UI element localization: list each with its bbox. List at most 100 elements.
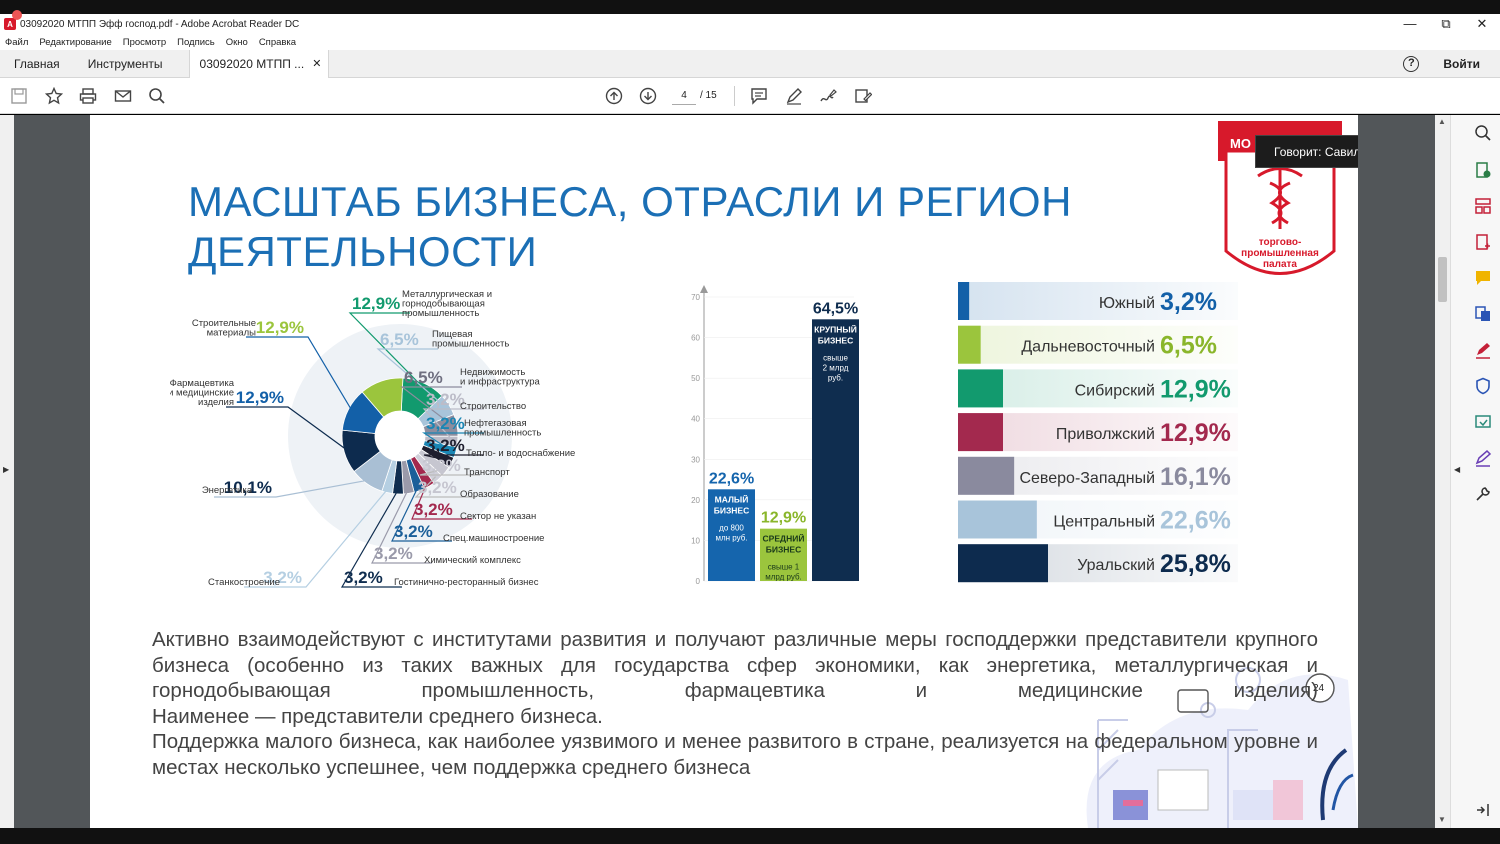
menu-file[interactable]: Файл	[5, 37, 28, 48]
donut-value-label: 6,5%	[404, 368, 443, 387]
business-bar-sublabel: 2 млрд	[823, 363, 849, 372]
region-name-label: Уральский	[1077, 557, 1155, 574]
scroll-down-icon[interactable]: ▼	[1438, 815, 1446, 824]
region-bar	[958, 500, 1037, 539]
comment-tool-icon[interactable]	[1474, 269, 1492, 287]
organize-pages-icon[interactable]	[1474, 197, 1492, 215]
bars-y-tick-label: 40	[691, 415, 700, 424]
close-window-button[interactable]: ✕	[1464, 14, 1500, 34]
region-name-label: Дальневосточный	[1021, 339, 1155, 356]
donut-category-label: Станкостроение	[208, 577, 280, 588]
donut-category-label: Гостинично-ресторанный бизнес	[394, 577, 539, 588]
business-bar-value: 64,5%	[813, 300, 858, 317]
slide-title: МАСШТАБ БИЗНЕСА, ОТРАСЛИ И РЕГИОН ДЕЯТЕЛ…	[188, 177, 1072, 277]
more-tools-icon[interactable]	[1474, 485, 1492, 503]
donut-hole	[375, 411, 425, 461]
export-pdf-icon[interactable]	[1474, 161, 1492, 179]
save-icon[interactable]	[10, 87, 28, 105]
top-strip	[0, 0, 1500, 14]
paragraph-1: Активно взаимодействуют с институтами ра…	[152, 628, 1318, 702]
region-value-label: 25,8%	[1160, 550, 1231, 578]
region-bar	[958, 456, 1015, 495]
zoom-icon[interactable]	[1474, 124, 1492, 142]
fill-and-sign-icon[interactable]	[1474, 341, 1492, 359]
scroll-up-icon[interactable]: ▲	[1438, 117, 1446, 126]
tab-bar: Главная Инструменты 03092020 МТПП ... ✕ …	[0, 49, 1500, 78]
bars-y-tick-label: 20	[691, 496, 700, 505]
search-icon[interactable]	[148, 87, 166, 105]
bars-y-tick-label: 60	[691, 334, 700, 343]
menu-sign[interactable]: Подпись	[177, 37, 215, 48]
tab-document[interactable]: 03092020 МТПП ... ✕	[188, 49, 329, 78]
toolbar: 4 / 15	[0, 78, 1500, 114]
slide-title-line2: ДЕЯТЕЛЬНОСТИ	[188, 228, 538, 275]
tab-document-label: 03092020 МТПП ...	[199, 56, 305, 71]
business-bar-name: БИЗНЕС	[714, 505, 750, 515]
page-up-icon[interactable]	[605, 87, 623, 105]
business-bar-sublabel: млрд руб.	[765, 573, 802, 582]
menu-edit[interactable]: Редактирование	[39, 37, 111, 48]
title-bar: A 03092020 МТПП Эфф господ.pdf - Adobe A…	[0, 14, 1500, 34]
menu-window[interactable]: Окно	[226, 37, 248, 48]
donut-category-label: промышленность	[464, 428, 541, 439]
business-bar-sublabel: руб.	[828, 373, 843, 382]
region-name-label: Центральный	[1053, 514, 1155, 531]
scroll-thumb[interactable]	[1438, 257, 1447, 302]
create-pdf-icon[interactable]	[1474, 233, 1492, 251]
region-value-label: 12,9%	[1160, 419, 1231, 447]
donut-value-label: 3,2%	[374, 544, 413, 563]
menu-bar: Файл Редактирование Просмотр Подпись Окн…	[0, 34, 1500, 50]
donut-value-label: 6,5%	[380, 330, 419, 349]
login-button[interactable]: Войти	[1443, 57, 1480, 71]
star-icon[interactable]	[45, 87, 63, 105]
business-size-bar-chart: 010203040506070 22,6%МАЛЫЙБИЗНЕСдо 800мл…	[691, 285, 859, 586]
page-down-icon[interactable]	[639, 87, 657, 105]
donut-category-label: и инфраструктура	[460, 377, 541, 388]
business-bar-sublabel: млн руб.	[715, 533, 747, 542]
slide-body-text: Активно взаимодействуют с институтами ра…	[152, 627, 1318, 780]
tab-tools[interactable]: Инструменты	[74, 50, 177, 78]
business-bar-name: КРУПНЫЙ	[814, 323, 857, 334]
protect-icon[interactable]	[1474, 377, 1492, 395]
donut-category-label: Сектор не указан	[460, 511, 536, 522]
bars-y-tick-label: 70	[691, 293, 700, 302]
donut-category-label: Образование	[460, 489, 519, 500]
fill-sign-icon[interactable]	[854, 87, 872, 105]
region-bar	[958, 369, 1003, 408]
industry-donut-chart: 12,9% Металлургическая игорнодобывающаяпр…	[170, 289, 575, 588]
paragraph-2: Наименее — представители среднего бизнес…	[152, 704, 603, 728]
edit-pdf-icon[interactable]	[1474, 449, 1492, 467]
window-title: 03092020 МТПП Эфф господ.pdf - Adobe Acr…	[20, 18, 300, 30]
donut-value-label: 3,2%	[344, 568, 383, 587]
menu-view[interactable]: Просмотр	[123, 37, 166, 48]
vertical-scrollbar[interactable]: ▲ ▼	[1435, 115, 1450, 828]
print-icon[interactable]	[79, 87, 97, 105]
acrobat-icon: A	[4, 18, 16, 30]
collapse-pane-icon[interactable]	[1474, 801, 1492, 819]
bars-axis-arrow	[700, 285, 708, 293]
close-tab-icon[interactable]: ✕	[312, 57, 321, 70]
page-total: / 15	[700, 90, 717, 101]
collapse-right-panel-icon[interactable]: ◀	[1454, 465, 1460, 474]
left-panel-strip: ▶	[0, 115, 14, 828]
recording-dot	[12, 10, 22, 20]
expand-left-panel-icon[interactable]: ▶	[3, 465, 9, 474]
menu-help[interactable]: Справка	[259, 37, 296, 48]
help-icon[interactable]: ?	[1403, 55, 1420, 72]
comment-icon[interactable]	[750, 87, 768, 105]
minimize-button[interactable]: —	[1392, 14, 1428, 34]
page-number-input[interactable]: 4	[672, 87, 696, 105]
region-name-label: Сибирский	[1075, 382, 1155, 399]
combine-files-icon[interactable]	[1474, 305, 1492, 323]
highlight-pen-icon[interactable]	[785, 87, 803, 105]
send-for-review-icon[interactable]	[1474, 413, 1492, 431]
donut-category-label: изделия	[198, 397, 234, 408]
region-bar	[958, 325, 981, 364]
bars-y-tick-label: 0	[696, 577, 701, 586]
sign-icon[interactable]	[819, 87, 837, 105]
maximize-button[interactable]: ⧉	[1428, 14, 1464, 34]
donut-category-label: Транспорт	[464, 467, 510, 478]
donut-value-label: 3,2%	[418, 478, 457, 497]
mail-icon[interactable]	[114, 87, 132, 105]
tab-home[interactable]: Главная	[0, 50, 74, 78]
